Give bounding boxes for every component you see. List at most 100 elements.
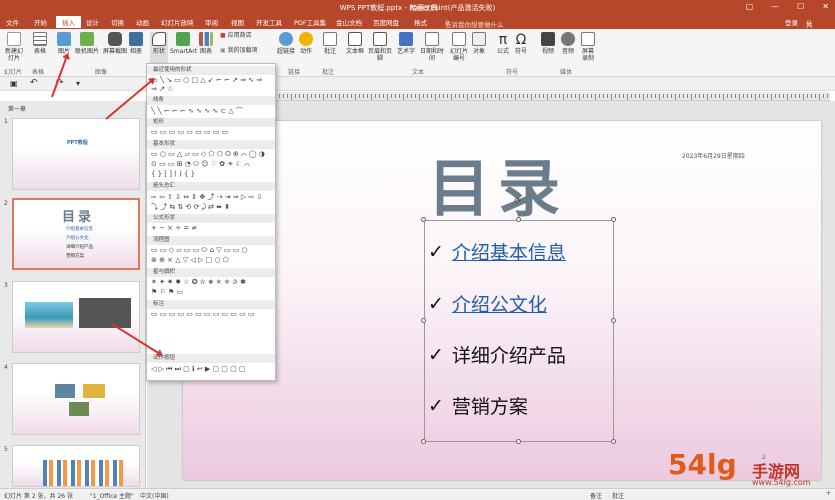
ruler-tick xyxy=(587,94,588,98)
table-button[interactable]: 表格 xyxy=(30,32,50,55)
check-icon: ✓ xyxy=(428,292,444,315)
shape-row[interactable]: {}[](){} xyxy=(151,170,271,179)
menu-file[interactable]: 文件 xyxy=(6,17,19,27)
new-slide-button[interactable]: 新建幻灯片 xyxy=(3,32,25,62)
shape-row[interactable]: ⚑⚐⚑▭ xyxy=(151,288,271,297)
comments-button[interactable]: 批注 xyxy=(612,491,624,500)
menu-view[interactable]: 视图 xyxy=(231,17,244,27)
hyperlink-button[interactable]: 超链接 xyxy=(276,32,296,55)
customize-icon[interactable]: ▾ xyxy=(76,79,80,88)
slide-thumbnail-4[interactable] xyxy=(12,363,140,435)
slide-thumbnail-1[interactable]: PPT教程 xyxy=(12,118,140,190)
bullet-link[interactable]: 介绍基本信息 xyxy=(452,238,566,265)
ruler-tick xyxy=(767,94,768,98)
menu-insert[interactable]: 插入 xyxy=(56,16,81,28)
save-icon[interactable]: ▣ xyxy=(10,79,18,88)
header-footer-button[interactable]: 页眉和页脚 xyxy=(366,32,394,62)
textbox-button[interactable]: 文本框 xyxy=(345,32,365,55)
shape-row[interactable]: ╲╲⌐⌐⌐∿∿∿∿⊂△⌒ xyxy=(151,106,271,115)
shape-row[interactable]: ▭▭▭▭▭▭▭▭▭▭▭▭ xyxy=(151,310,271,319)
menu-format[interactable]: 格式 xyxy=(414,17,427,27)
bullet-item[interactable]: ✓ 介绍公文化 xyxy=(428,290,547,317)
minimize-icon[interactable]: — xyxy=(771,2,779,11)
shape-row[interactable]: ▭╲↘▭○□△↙⌐⌐↗⇒∿⇒ xyxy=(151,76,271,85)
language[interactable]: 中文(中国) xyxy=(140,491,169,500)
section-label[interactable]: 第一章 xyxy=(8,104,26,113)
my-addins-button[interactable]: ▣ 我的加载项 xyxy=(220,47,270,54)
zoom-in-button[interactable]: + xyxy=(826,490,831,497)
restore-icon[interactable]: ▢ xyxy=(746,2,754,11)
slide-thumbnail-2[interactable]: 目录 介绍基本信息 介绍公文化 详细介绍产品 营销方案 xyxy=(12,198,140,270)
bullet-item[interactable]: ✓ 营销方案 xyxy=(428,392,528,419)
menu-baidu[interactable]: 百度网盘 xyxy=(373,17,399,27)
menu-review[interactable]: 审阅 xyxy=(205,17,218,27)
shape-row[interactable]: ▭▭◇▱▭▭⬭⌂▽▭▭○ xyxy=(151,246,271,255)
album-button[interactable]: 相册 xyxy=(128,32,144,55)
equation-button[interactable]: π 公式 xyxy=(495,32,511,55)
menu-animations[interactable]: 动画 xyxy=(136,17,149,27)
rotate-handle[interactable]: ⟳ xyxy=(514,197,522,207)
shape-row[interactable]: ▭▭▭▭▭▭▭▭▭ xyxy=(151,128,271,137)
menu-home[interactable]: 开始 xyxy=(34,17,47,27)
bullet-item[interactable]: ✓ 介绍基本信息 xyxy=(428,238,566,265)
shapes-dropdown[interactable]: 最近使用的形状 ▭╲↘▭○□△↙⌐⌐↗⇒∿⇒ ⇒↗☆ 线条 ╲╲⌐⌐⌐∿∿∿∿⊂… xyxy=(146,63,276,381)
slide-thumbnail-5[interactable] xyxy=(12,445,140,487)
ruler-tick xyxy=(403,94,404,100)
login-link[interactable]: 登录 xyxy=(785,17,798,27)
action-button[interactable]: 动作 xyxy=(298,32,314,55)
menu-slideshow[interactable]: 幻灯片放映 xyxy=(161,17,194,27)
resize-handle[interactable] xyxy=(421,318,426,323)
resize-handle[interactable] xyxy=(421,217,426,222)
menu-developer[interactable]: 开发工具 xyxy=(256,17,282,27)
shape-row[interactable]: ⤵⤴⇆⇅⟲⟳⤸⇄⬌⬍ xyxy=(151,202,271,211)
shapes-button[interactable]: 形状 xyxy=(150,32,168,66)
album-icon xyxy=(129,32,143,46)
slide-number-button[interactable]: 幻灯片编号 xyxy=(449,32,469,62)
smartart-button[interactable]: SmartArt xyxy=(170,32,197,55)
search-box[interactable]: ⚲ 告诉我你想要做什么 xyxy=(445,17,555,29)
wordart-button[interactable]: 艺术字 xyxy=(396,32,416,55)
resize-handle[interactable] xyxy=(611,318,616,323)
maximize-icon[interactable]: ☐ xyxy=(797,2,804,11)
screen-record-button[interactable]: 屏幕录制 xyxy=(580,32,596,62)
action-button-row[interactable]: ◁▷⏮⏭▢ℹ↩▶▢▢▢▢ xyxy=(151,365,271,374)
slide-date[interactable]: 2023年6月29日星期四 xyxy=(682,151,745,160)
bullet-text: 详细介绍产品 xyxy=(451,345,566,367)
shape-row[interactable]: ⊙▭▭⊞◔⬭☺♡✿☀☾⌒ xyxy=(151,160,271,169)
ruler-tick xyxy=(307,94,308,100)
online-picture-label: 联机图片 xyxy=(74,48,99,55)
close-icon[interactable]: ✕ xyxy=(822,2,829,11)
menu-pdf[interactable]: PDF工具集 xyxy=(294,17,326,27)
menu-design[interactable]: 设计 xyxy=(86,17,99,27)
app-store-button[interactable]: ■ 应用商店 xyxy=(220,32,270,39)
online-picture-button[interactable]: 联机图片 xyxy=(73,32,101,55)
datetime-button[interactable]: 日期和时间 xyxy=(418,32,446,62)
symbol-button[interactable]: Ω 符号 xyxy=(513,32,529,55)
resize-handle[interactable] xyxy=(421,439,426,444)
resize-handle[interactable] xyxy=(611,217,616,222)
slide-title[interactable]: 目录 xyxy=(428,138,568,228)
resize-handle[interactable] xyxy=(516,217,521,222)
menu-transitions[interactable]: 切换 xyxy=(111,17,124,27)
video-button[interactable]: 视频 xyxy=(540,32,556,55)
resize-handle[interactable] xyxy=(516,439,521,444)
ruler-tick xyxy=(427,94,428,98)
chart-button[interactable]: 图表 xyxy=(198,32,214,55)
shape-row[interactable]: ⇨⇦⇧⇩⇔⇕✥⤴⇢⇥⇒▷⇨⇩ xyxy=(151,192,271,201)
resize-handle[interactable] xyxy=(611,439,616,444)
object-button[interactable]: 对象 xyxy=(471,32,487,55)
notes-button[interactable]: 备注 xyxy=(590,491,602,500)
undo-icon[interactable]: ↶ xyxy=(30,78,38,88)
menu-kdocs[interactable]: 金山文档 xyxy=(336,17,362,27)
shape-row[interactable]: ✶✦✷✸☆✪✫✬✭✯✰✱ xyxy=(151,278,271,287)
shape-row[interactable]: +−×÷=≠ xyxy=(151,224,271,233)
comment-button[interactable]: 批注 xyxy=(322,32,338,55)
audio-button[interactable]: 音频 xyxy=(560,32,576,55)
screenshot-button[interactable]: 屏幕截图 xyxy=(102,32,128,55)
slide-thumbnail-3[interactable] xyxy=(12,281,140,353)
shape-row[interactable]: ▭○▭△▱▭◇⬠⬡⭘⊕⌒◯◑ xyxy=(151,150,271,159)
shape-row[interactable]: ⊗⊕⨯△▽◁▷□○⬠ xyxy=(151,256,271,265)
bullet-link[interactable]: 介绍公文化 xyxy=(452,290,547,317)
shape-row[interactable]: ⇒↗☆ xyxy=(151,85,271,94)
bullet-item[interactable]: ✓ 详细介绍产品 xyxy=(428,341,566,368)
